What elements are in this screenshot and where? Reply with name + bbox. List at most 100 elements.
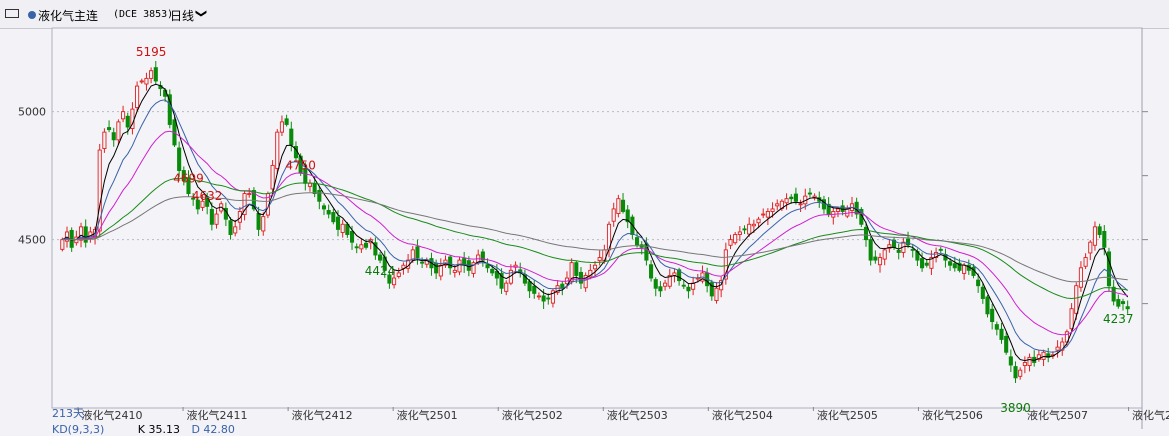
candle-body [910,248,915,251]
candle-body [335,216,341,230]
candle-body [485,264,490,269]
candle-body [1055,346,1060,351]
candle-body [340,223,345,233]
candle-body [761,213,766,216]
candle-body [532,285,537,294]
x-tick-label: 液化气2410 [82,408,143,422]
candle-body [733,234,738,244]
candle-body [396,272,401,277]
candle-body [378,254,383,261]
candle-body [1102,230,1107,248]
candle-body [116,121,121,141]
candle-body [616,198,621,214]
candle-body [448,256,453,269]
candle-body [247,193,252,196]
kd-k-value: K 35.13 [137,423,180,436]
candle-body [125,115,130,128]
candle-body [228,220,233,235]
candle-body [317,190,322,202]
candle-body [415,246,420,259]
candle-body [1027,356,1032,367]
extreme-label: 5195 [136,45,167,59]
candle-body [434,262,439,274]
candle-body [1069,308,1074,330]
candle-body [775,203,780,207]
candle-body [135,85,140,109]
candle-body [938,248,943,251]
candle-body [289,128,294,146]
x-tick-label: 液化气2502 [502,408,563,422]
candle-body [663,282,668,287]
candle-body [807,192,812,195]
candle-body [326,210,331,215]
candle-body [111,132,116,141]
candle-body [331,212,336,223]
candle-body [793,193,798,202]
candle-body [658,286,663,292]
candle-body [457,259,462,273]
candle-body [1008,356,1013,366]
candle-body [214,213,219,225]
candle-body [144,77,149,85]
candle-body [1120,301,1126,305]
candle-body [948,261,953,266]
candle-body [789,196,794,200]
candle-body [635,237,640,246]
candle-body [784,198,789,204]
candle-body [284,118,289,125]
x-tick-label: 液化气2505 [817,408,878,422]
candle-body [307,182,313,187]
x-tick-label: 液化气2411 [187,408,248,422]
extreme-label: 4237 [1103,312,1134,326]
candle-body [863,226,869,241]
candle-body [653,279,658,289]
candle-body [321,205,327,210]
candle-body [976,279,981,287]
candle-body [611,208,616,222]
candle-body [536,295,541,298]
candle-body [1078,267,1083,288]
candle-body [102,131,107,149]
candle-body [1097,226,1102,235]
extreme-label: 4424 [365,264,396,278]
candle-body [765,211,770,218]
candle-body [770,208,775,212]
candle-body [275,131,280,169]
x-tick-label: 液化气2507 [1027,408,1088,422]
candle-body [69,229,74,248]
y-tick-label: 4500 [18,234,46,247]
candlestick-chart[interactable]: 500045005195442446994237475038904632液化气2… [0,0,1169,429]
candle-body [985,296,990,315]
x-tick-label: 液化气2504 [712,408,773,422]
candle-body [139,80,144,83]
candle-body [349,230,355,243]
candle-body [504,282,509,292]
x-tick-label: 液化气2501 [397,408,458,422]
candle-body [233,226,238,234]
candle-body [1004,335,1009,353]
kd-d-value: D 42.80 [191,423,235,436]
candle-body [999,328,1004,340]
candle-body [728,239,733,246]
candle-body [980,286,985,299]
candle-body [149,70,154,79]
candle-body [873,256,878,261]
extreme-label: 4750 [285,159,316,173]
candle-body [691,282,696,290]
candle-body [714,287,719,302]
candle-body [354,246,359,249]
candle-body [438,264,443,277]
candle-body [1041,351,1046,360]
candle-body [363,242,369,248]
y-tick-label: 5000 [18,106,46,119]
candle-body [1013,366,1018,379]
candle-body [1074,285,1079,314]
candle-body [209,208,214,225]
candle-body [153,67,158,82]
candle-body [924,262,929,266]
kd-label: KD(9,3,3) [52,423,105,436]
candle-body [107,127,112,131]
candle-body [952,263,957,269]
candle-body [681,284,686,287]
candle-body [490,268,495,274]
